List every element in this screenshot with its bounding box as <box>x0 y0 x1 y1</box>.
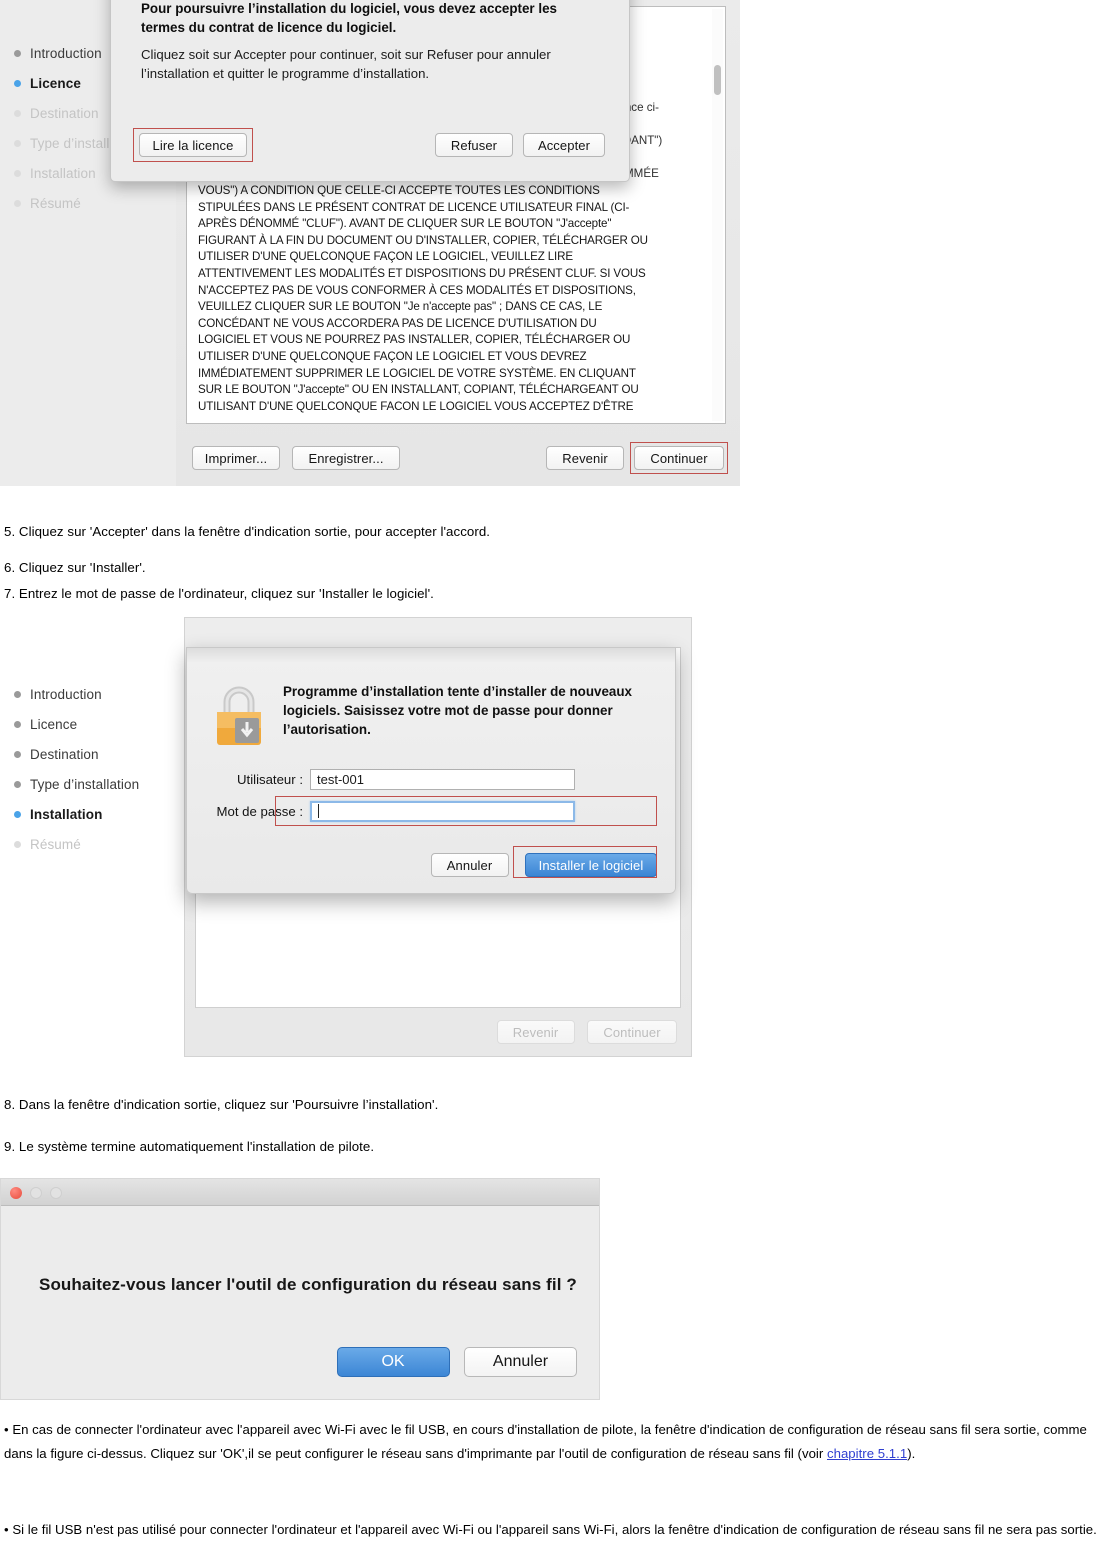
minimize-icon <box>30 1187 42 1199</box>
step-dot-icon <box>14 720 21 728</box>
sidebar-item-label: Introduction <box>30 45 102 61</box>
step-dot-icon <box>14 169 21 177</box>
step-8-text: 8. Dans la fenêtre d'indication sortie, … <box>4 1097 439 1112</box>
cancel-button[interactable]: Annuler <box>430 853 509 877</box>
installer-window-2: Revenir Continuer Introduction Licence D… <box>0 617 740 1075</box>
ok-button[interactable]: OK <box>336 1347 450 1377</box>
note-bullet-1-suffix: ). <box>907 1446 916 1461</box>
sidebar-item-destination[interactable]: Destination <box>0 739 139 769</box>
sidebar-item-licence[interactable]: Licence <box>0 709 139 739</box>
continue-button[interactable]: Continuer <box>634 446 724 470</box>
user-row: Utilisateur : test-001 <box>187 768 575 790</box>
password-field[interactable] <box>310 800 575 822</box>
scrollbar-thumb[interactable] <box>714 65 721 95</box>
step-dot-icon <box>14 49 21 57</box>
print-button[interactable]: Imprimer... <box>192 446 280 470</box>
close-icon[interactable] <box>10 1187 22 1199</box>
text-caret <box>318 804 319 818</box>
sidebar-item-introduction[interactable]: Introduction <box>0 679 139 709</box>
wifi-button-bar: OK Annuler <box>327 1347 577 1377</box>
note-bullet-1-text: • En cas de connecter l'ordinateur avec … <box>4 1422 1087 1461</box>
sheet-title: Pour poursuivre l’installation du logici… <box>141 1 557 35</box>
sidebar-item-label: Type d’installation <box>30 776 140 792</box>
license-button-bar: Imprimer... Enregistrer... Revenir Conti… <box>176 442 740 474</box>
user-label: Utilisateur : <box>237 771 303 787</box>
step-5-text: 5. Cliquez sur 'Accepter' dans la fenêtr… <box>4 524 491 539</box>
sidebar-item-label: Installation <box>30 165 96 181</box>
sheet-titlebar <box>187 648 675 662</box>
authorization-button-bar: Annuler Installer le logiciel <box>430 853 657 877</box>
chapter-link[interactable]: chapitre 5.1.1 <box>827 1446 907 1461</box>
sidebar-item-label: Installation <box>30 806 103 822</box>
authorization-sheet: Programme d’installation tente d’install… <box>186 647 676 894</box>
installer-button-bar-2: Revenir Continuer <box>496 1020 677 1044</box>
install-software-button[interactable]: Installer le logiciel <box>525 853 657 877</box>
password-label: Mot de passe : <box>216 803 304 819</box>
sheet-body: Cliquez soit sur Accepter pour continuer… <box>141 47 551 81</box>
cancel-button[interactable]: Annuler <box>464 1347 577 1377</box>
zoom-icon <box>50 1187 62 1199</box>
installer-sidebar-2: Introduction Licence Destination Type d’… <box>0 617 176 1075</box>
step-6-text: 6. Cliquez sur 'Installer'. <box>4 560 146 575</box>
sidebar-item-label: Résumé <box>30 836 81 852</box>
sheet-button-bar: Lire la licence Refuser Accepter <box>111 128 629 162</box>
sidebar-item-label: Résumé <box>30 195 81 211</box>
step-dot-icon <box>14 690 21 698</box>
license-scrollbar[interactable] <box>712 9 723 421</box>
license-text: VOUS") A CONDITION QUE CELLE-CI ACCEPTE … <box>198 184 648 413</box>
save-button[interactable]: Enregistrer... <box>292 446 400 470</box>
authorization-title: Programme d’installation tente d’install… <box>283 684 632 737</box>
read-license-button[interactable]: Lire la licence <box>139 133 247 157</box>
wifi-question-text: Souhaitez-vous lancer l'outil de configu… <box>39 1275 577 1294</box>
step-dot-icon <box>14 750 21 758</box>
user-field[interactable]: test-001 <box>310 768 575 790</box>
sidebar-item-resume[interactable]: Résumé <box>0 188 176 218</box>
installer-window-1: Introduction Licence Destination Type d’… <box>0 0 740 486</box>
step-dot-icon <box>14 780 21 788</box>
license-agreement-sheet: Pour poursuivre l’installation du logici… <box>110 0 630 182</box>
sidebar-item-label: Licence <box>30 75 81 91</box>
sidebar-item-installation[interactable]: Installation <box>0 799 139 829</box>
step-dot-icon <box>14 109 21 117</box>
figure-password-screen: Revenir Continuer Introduction Licence D… <box>0 617 740 1075</box>
step-9-text: 9. Le système termine automatiquement l'… <box>4 1139 375 1154</box>
continue-button: Continuer <box>587 1020 677 1044</box>
sidebar-item-label: Destination <box>30 105 99 121</box>
step-dot-icon <box>14 139 21 147</box>
figure-license-screen: Introduction Licence Destination Type d’… <box>0 0 740 486</box>
dialog-titlebar <box>1 1179 599 1206</box>
note-bullet-2: • Si le fil USB n'est pas utilisé pour c… <box>4 1522 1097 1537</box>
step-dot-icon <box>14 840 21 848</box>
step-7-text: 7. Entrez le mot de passe de l'ordinateu… <box>4 586 434 601</box>
sidebar-item-label: Introduction <box>30 686 102 702</box>
sidebar-item-label: Destination <box>30 746 99 762</box>
accept-button[interactable]: Accepter <box>523 133 605 157</box>
note-bullet-1: • En cas de connecter l'ordinateur avec … <box>4 1418 1100 1466</box>
back-button[interactable]: Revenir <box>546 446 624 470</box>
refuse-button[interactable]: Refuser <box>435 133 513 157</box>
sidebar-item-label: Licence <box>30 716 78 732</box>
step-dot-icon <box>14 79 21 87</box>
sidebar-item-resume[interactable]: Résumé <box>0 829 139 859</box>
step-dot-icon <box>14 199 21 207</box>
step-dot-icon <box>14 810 21 818</box>
figure-wifi-dialog: Souhaitez-vous lancer l'outil de configu… <box>0 1178 600 1400</box>
password-row: Mot de passe : <box>187 800 575 822</box>
lock-icon <box>217 686 261 745</box>
sidebar-item-type-installation[interactable]: Type d’installation <box>0 769 139 799</box>
back-button: Revenir <box>496 1020 575 1044</box>
